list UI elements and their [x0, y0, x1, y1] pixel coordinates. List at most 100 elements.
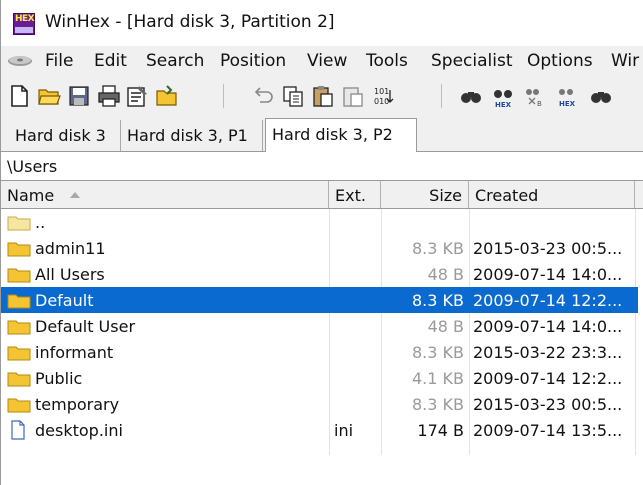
tab-bar: Hard disk 3 Hard disk 3, P1 Hard disk 3,… [1, 116, 643, 152]
file-name: admin11 [35, 239, 106, 258]
new-icon[interactable] [7, 84, 31, 108]
file-list: .. admin11 8.3 KB 2015-03-23 00:5... All… [1, 209, 643, 485]
list-item-parent[interactable]: .. [1, 209, 643, 235]
toolbar-separator [441, 84, 442, 108]
open-icon[interactable] [37, 84, 61, 108]
find-again-icon[interactable] [589, 84, 613, 108]
paste-icon[interactable] [311, 84, 335, 108]
folder-icon [7, 320, 31, 335]
file-created: 2009-07-14 14:0... [473, 317, 623, 336]
menu-view[interactable]: View [307, 51, 347, 71]
column-size-label: Size [429, 186, 462, 205]
print-icon[interactable] [97, 84, 121, 108]
list-item-selected[interactable]: Default 8.3 KB 2009-07-14 12:2... [1, 287, 643, 313]
menu-window[interactable]: Wir [611, 51, 639, 71]
column-size[interactable]: Size [381, 181, 469, 208]
window-title: WinHex - [Hard disk 3, Partition 2] [45, 12, 335, 32]
properties-icon[interactable] [125, 84, 149, 108]
toolbar-separator [223, 84, 224, 108]
menu-position[interactable]: Position [220, 51, 286, 71]
file-name: Default User [35, 317, 136, 336]
menu-options[interactable]: Options [527, 51, 593, 71]
file-size: 8.3 KB [412, 343, 464, 362]
file-created: 2009-07-14 12:2... [473, 369, 623, 388]
file-name: All Users [35, 265, 105, 284]
folder-icon [7, 242, 31, 257]
list-item[interactable]: Default User 48 B 2009-07-14 14:0... [1, 313, 643, 339]
folder-icon [7, 398, 31, 413]
menu-edit[interactable]: Edit [94, 51, 127, 71]
file-size: 8.3 KB [412, 239, 464, 258]
file-icon [11, 420, 25, 440]
replace-hex-icon[interactable]: HEX [555, 84, 579, 108]
winhex-logo-icon: HEX [13, 13, 35, 35]
toolbar: 101 010 HEX B HEX [1, 76, 643, 116]
file-created: 2015-03-23 00:5... [473, 395, 623, 414]
column-ext[interactable]: Ext. [329, 181, 381, 208]
menu-bar: File Edit Search Position View Tools Spe… [1, 46, 643, 76]
menu-tools[interactable]: Tools [366, 51, 408, 71]
find-hex-icon[interactable]: HEX [491, 84, 515, 108]
column-ext-label: Ext. [335, 186, 366, 205]
svg-text:101: 101 [374, 87, 389, 96]
file-created: 2009-07-14 13:5... [473, 421, 623, 440]
winhex-window: HEX WinHex - [Hard disk 3, Partition 2] … [0, 0, 643, 485]
file-size: 4.1 KB [412, 369, 464, 388]
column-header-row: Name Ext. Size Created [1, 181, 643, 209]
list-item[interactable]: temporary 8.3 KB 2015-03-23 00:5... [1, 391, 643, 417]
folder-icon [7, 372, 31, 387]
svg-text:HEX: HEX [559, 100, 576, 108]
file-name: informant [35, 343, 114, 362]
file-size: 174 B [417, 421, 464, 440]
list-item[interactable]: admin11 8.3 KB 2015-03-23 00:5... [1, 235, 643, 261]
column-created-label: Created [475, 186, 539, 205]
file-size: 8.3 KB [412, 395, 464, 414]
list-item[interactable]: desktop.ini ini 174 B 2009-07-14 13:5... [1, 417, 643, 443]
title-bar: HEX WinHex - [Hard disk 3, Partition 2] [1, 0, 643, 46]
file-size: 48 B [427, 317, 464, 336]
undo-icon[interactable] [251, 84, 275, 108]
file-name: .. [35, 213, 46, 232]
folder-icon [7, 346, 31, 361]
file-ext: ini [334, 421, 354, 440]
find-text-icon[interactable] [459, 84, 483, 108]
column-name[interactable]: Name [1, 181, 329, 208]
file-created: 2015-03-23 00:5... [473, 239, 623, 258]
disk-menu-icon[interactable] [7, 54, 33, 68]
file-name: Default [35, 291, 94, 310]
column-name-label: Name [7, 186, 55, 205]
row-edge [638, 287, 643, 313]
svg-text:HEX: HEX [495, 101, 512, 108]
save-icon[interactable] [67, 84, 91, 108]
replace-text-icon[interactable]: B [523, 84, 547, 108]
file-created: 2009-07-14 12:2... [473, 291, 623, 310]
column-created[interactable]: Created [469, 181, 635, 208]
file-name: temporary [35, 395, 120, 414]
folder-icon [7, 268, 31, 283]
parent-folder-icon [7, 216, 31, 231]
paste-special-icon[interactable] [341, 84, 365, 108]
menu-search[interactable]: Search [146, 51, 204, 71]
folder-icon [7, 294, 31, 309]
menu-specialist[interactable]: Specialist [431, 51, 513, 71]
current-path: \Users [7, 157, 58, 176]
tab-hard-disk-3[interactable]: Hard disk 3 [9, 120, 121, 151]
binary-icon[interactable]: 101 010 [371, 84, 395, 108]
list-item[interactable]: All Users 48 B 2009-07-14 14:0... [1, 261, 643, 287]
copy-icon[interactable] [281, 84, 305, 108]
file-name: desktop.ini [35, 421, 123, 440]
file-created: 2015-03-22 23:3... [473, 343, 623, 362]
file-created: 2009-07-14 14:0... [473, 265, 623, 284]
file-size: 8.3 KB [412, 291, 464, 310]
list-item[interactable]: Public 4.1 KB 2009-07-14 12:2... [1, 365, 643, 391]
open-folder-icon[interactable] [155, 84, 179, 108]
file-name: Public [35, 369, 83, 388]
tab-hard-disk-3-p2[interactable]: Hard disk 3, P2 [265, 118, 417, 152]
path-bar: \Users [1, 152, 643, 181]
tab-hard-disk-3-p1[interactable]: Hard disk 3, P1 [121, 120, 263, 151]
sort-ascending-icon [70, 192, 80, 198]
list-item[interactable]: informant 8.3 KB 2015-03-22 23:3... [1, 339, 643, 365]
file-size: 48 B [427, 265, 464, 284]
svg-text:010: 010 [374, 97, 389, 106]
menu-file[interactable]: File [45, 51, 73, 71]
